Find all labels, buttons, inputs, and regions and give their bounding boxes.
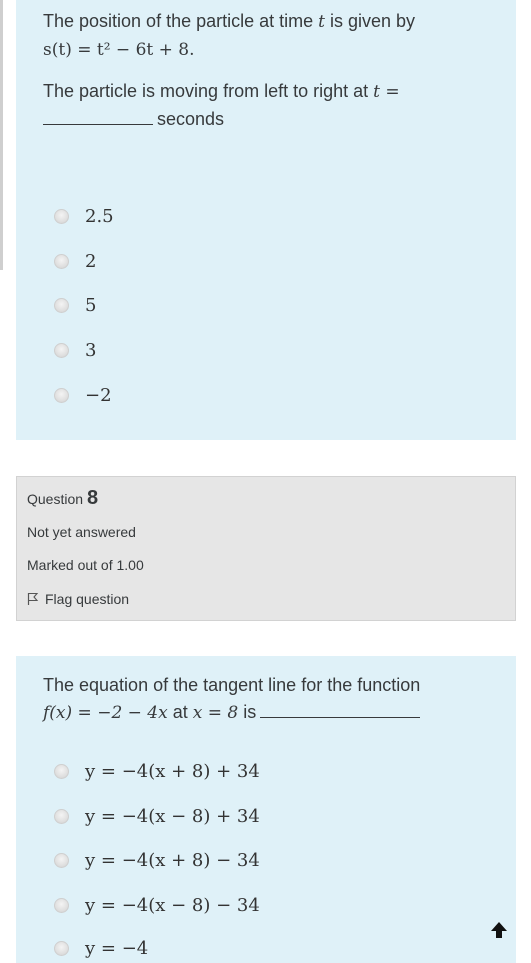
radio-unchecked-icon[interactable] (54, 763, 69, 779)
flag-question-label: Flag question (45, 591, 130, 607)
q8-option-1[interactable]: y = −4(x + 8) + 34 (54, 758, 260, 784)
radio-unchecked-icon[interactable] (54, 387, 69, 403)
radio-unchecked-icon[interactable] (54, 253, 69, 269)
question-8-info: Question 8 Not yet answered Marked out o… (16, 476, 516, 621)
arrow-up-icon (491, 922, 507, 938)
radio-unchecked-icon[interactable] (54, 940, 69, 956)
q8-option-label: y = −4 (85, 937, 149, 959)
q8-function: f(x) = −2 − 4x (43, 703, 168, 723)
q8-option-label: y = −4(x − 8) + 34 (85, 805, 260, 827)
q8-stem: The equation of the tangent line for the… (43, 672, 493, 727)
q7-prompt: The particle is moving from left to righ… (43, 78, 483, 133)
q7-option-1[interactable]: 2.5 (54, 203, 114, 229)
radio-unchecked-icon[interactable] (54, 852, 69, 868)
question-8-text-panel: The equation of the tangent line for the… (16, 656, 516, 963)
q7-option-label: 2.5 (85, 205, 114, 227)
radio-unchecked-icon[interactable] (54, 342, 69, 358)
question-label: Question (27, 491, 84, 507)
q7-stem-var: t (318, 12, 325, 32)
q8-stem-text: The equation of the tangent line for the… (43, 675, 421, 695)
q8-at-text: at (167, 702, 193, 722)
q7-option-3[interactable]: 5 (54, 292, 96, 318)
q8-answer-blank (260, 699, 421, 718)
q7-stem-end: is given by (325, 11, 416, 31)
question-number-value: 8 (86, 487, 99, 509)
q7-option-5[interactable]: −2 (54, 382, 112, 408)
q8-option-2[interactable]: y = −4(x − 8) + 34 (54, 803, 260, 829)
question-number: Question 8 (27, 487, 98, 510)
q8-option-label: y = −4(x − 8) − 34 (85, 894, 260, 916)
q8-option-3[interactable]: y = −4(x + 8) − 34 (54, 847, 260, 873)
left-edge-divider (0, 0, 3, 270)
question-7-text-panel: The position of the particle at time t i… (16, 0, 516, 440)
q7-option-4[interactable]: 3 (54, 337, 96, 363)
page: The position of the particle at time t i… (0, 0, 531, 963)
q8-option-label: y = −4(x + 8) − 34 (85, 849, 260, 871)
q7-equation: s(t) = t² − 6t + 8. (43, 40, 195, 60)
q7-option-label: 3 (85, 339, 97, 361)
question-status: Not yet answered (27, 524, 136, 540)
q7-units: seconds (157, 109, 225, 129)
question-marks: Marked out of 1.00 (27, 557, 144, 573)
radio-unchecked-icon[interactable] (54, 208, 69, 224)
q8-at-eq: x = 8 (192, 703, 239, 723)
q8-option-4[interactable]: y = −4(x − 8) − 34 (54, 892, 260, 918)
q7-stem-text: The position of the particle at time (43, 11, 319, 31)
q7-prompt-eq: = (379, 82, 400, 102)
radio-unchecked-icon[interactable] (54, 897, 69, 913)
q8-is-text: is (238, 702, 257, 722)
q7-option-label: 5 (85, 294, 97, 316)
q8-option-label: y = −4(x + 8) + 34 (85, 760, 260, 782)
q7-option-label: 2 (85, 250, 97, 272)
q7-stem: The position of the particle at time t i… (43, 8, 483, 64)
q8-option-5[interactable]: y = −4 (54, 935, 148, 961)
q7-answer-blank (43, 106, 153, 125)
radio-unchecked-icon[interactable] (54, 297, 69, 313)
q7-option-label: −2 (85, 384, 112, 406)
radio-unchecked-icon[interactable] (54, 808, 69, 824)
q7-prompt-var: t (373, 82, 380, 102)
q7-prompt-text: The particle is moving from left to righ… (43, 81, 374, 101)
scroll-to-top-button[interactable] (484, 915, 514, 945)
flag-question-link[interactable]: Flag question (27, 591, 129, 607)
flag-icon (27, 592, 39, 605)
q7-option-2[interactable]: 2 (54, 248, 96, 274)
